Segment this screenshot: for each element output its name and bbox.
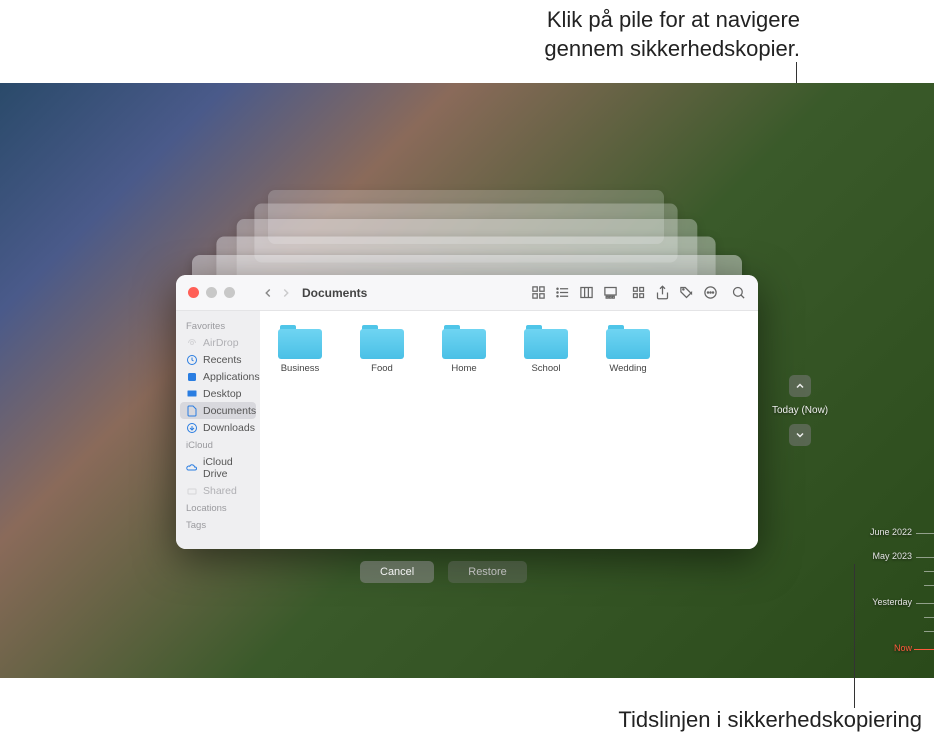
finder-titlebar: Documents [176,275,758,311]
folder-label: Home [451,363,476,374]
folder-item[interactable]: School [516,325,576,374]
time-machine-desktop: Documents [0,83,934,678]
callout-timeline-leader [854,564,855,708]
sidebar-item-airdrop[interactable]: AirDrop [176,334,260,351]
tag-icon[interactable] [678,285,694,301]
sidebar-item-downloads[interactable]: Downloads [176,419,260,436]
view-list-icon[interactable] [554,285,570,301]
view-icons-icon[interactable] [530,285,546,301]
callout-timeline-text: Tidslinjen i sikkerhedskopiering [618,707,922,733]
maximize-button[interactable] [224,287,235,298]
sidebar-section-favorites: Favorites [176,317,260,334]
backup-timeline[interactable]: June 2022 May 2023 Yesterday Now [860,523,934,678]
timeline-label: June 2022 [870,527,912,537]
folder-item[interactable]: Home [434,325,494,374]
sidebar-item-applications[interactable]: Applications [176,368,260,385]
action-buttons: Cancel Restore [360,561,527,583]
folder-label: Food [371,363,393,374]
nav-forward-icon[interactable] [278,285,294,301]
finder-window: Documents [176,275,758,549]
timeline-now-label: Now [894,643,912,653]
sidebar-item-recents[interactable]: Recents [176,351,260,368]
timeline-label: Yesterday [872,597,912,607]
folder-label: Wedding [609,363,646,374]
sidebar-section-icloud: iCloud [176,436,260,453]
folder-label: School [531,363,560,374]
sidebar-item-shared[interactable]: Shared [176,482,260,499]
folder-icon [524,325,568,359]
view-columns-icon[interactable] [578,285,594,301]
folder-icon [442,325,486,359]
view-gallery-icon[interactable] [602,285,618,301]
sidebar-item-desktop[interactable]: Desktop [176,385,260,402]
folder-icon [606,325,650,359]
sidebar-item-documents[interactable]: Documents [180,402,256,419]
folder-item[interactable]: Wedding [598,325,658,374]
window-title: Documents [302,286,367,300]
sidebar-section-locations: Locations [176,499,260,516]
nav-back-icon[interactable] [260,285,276,301]
folder-icon [360,325,404,359]
folder-item[interactable]: Food [352,325,412,374]
nav-up-arrow[interactable] [789,375,811,397]
callout-arrows-text: Klik på pile for at navigere gennem sikk… [390,6,800,63]
folder-label: Business [281,363,320,374]
more-icon[interactable] [702,285,718,301]
search-icon[interactable] [730,285,746,301]
nav-current-label: Today (Now) [772,405,828,416]
share-icon[interactable] [654,285,670,301]
cancel-button[interactable]: Cancel [360,561,434,583]
close-button[interactable] [188,287,199,298]
finder-content[interactable]: Business Food Home School Wedding [260,311,758,549]
minimize-button[interactable] [206,287,217,298]
folder-item[interactable]: Business [270,325,330,374]
restore-button[interactable]: Restore [448,561,527,583]
sidebar-section-tags: Tags [176,516,260,533]
sidebar-item-icloud-drive[interactable]: iCloud Drive [176,453,260,482]
timeline-label: May 2023 [872,551,912,561]
group-by-icon[interactable] [630,285,646,301]
window-controls [176,287,260,298]
folder-icon [278,325,322,359]
nav-down-arrow[interactable] [789,424,811,446]
finder-sidebar: Favorites AirDrop Recents Applications D… [176,311,260,549]
timeline-nav: Today (Now) [772,375,828,446]
